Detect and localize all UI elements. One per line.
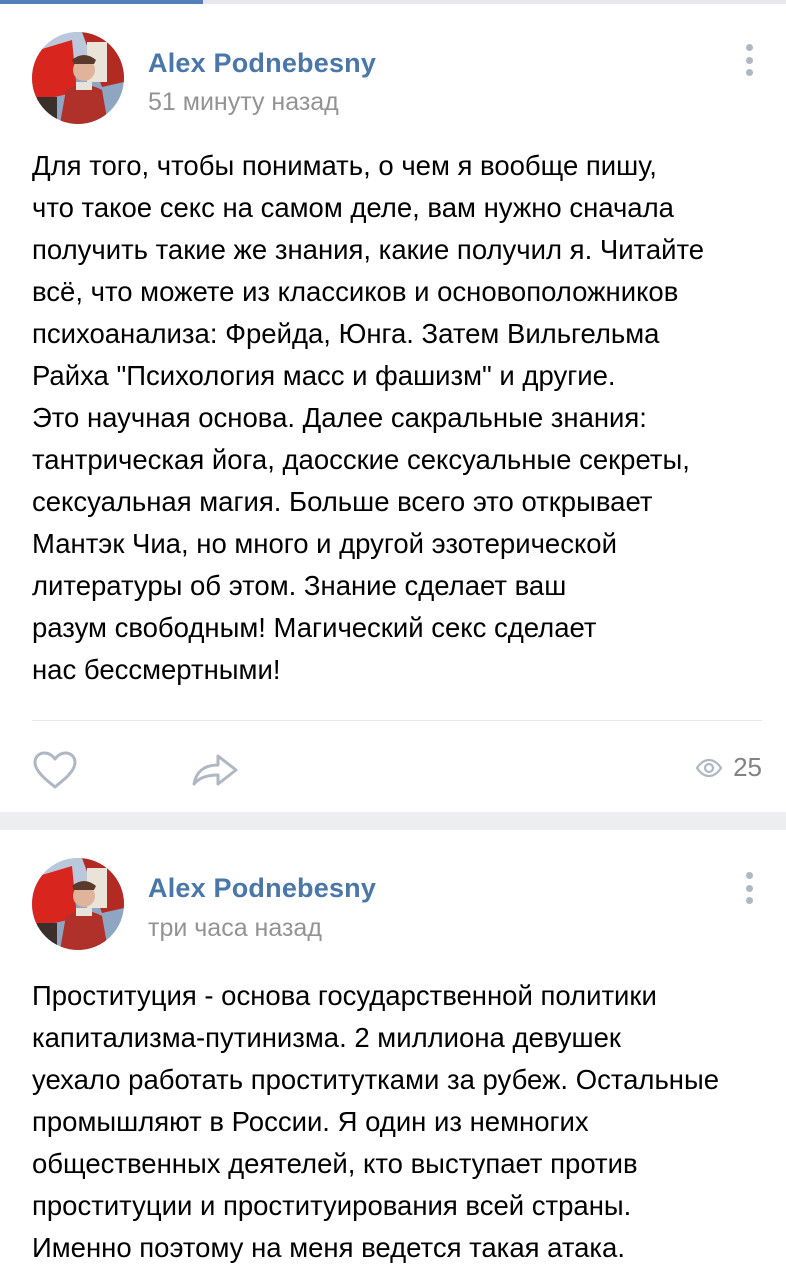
share-arrow-icon: [192, 754, 238, 786]
avatar[interactable]: [32, 32, 124, 124]
views-counter: 25: [695, 752, 762, 783]
post-card: Alex Podnebesny 51 минуту назад Для того…: [0, 4, 786, 812]
eye-icon: [695, 758, 723, 777]
views-count: 25: [733, 752, 762, 782]
share-button[interactable]: [190, 750, 240, 790]
avatar[interactable]: [32, 858, 124, 950]
post-text: Для того, чтобы понимать, о чем я вообще…: [32, 150, 705, 685]
author-name[interactable]: Alex Podnebesny: [148, 48, 376, 79]
feed-separator: [0, 812, 786, 830]
divider: [32, 720, 762, 721]
post-text: Проституция - основа государственной пол…: [32, 980, 720, 1263]
like-button[interactable]: [32, 750, 78, 790]
more-vertical-icon[interactable]: [742, 44, 756, 76]
post-time[interactable]: три часа назад: [148, 914, 322, 943]
heart-icon: [33, 751, 77, 789]
post-card: Alex Podnebesny три часа назад Проституц…: [0, 830, 786, 1280]
author-name[interactable]: Alex Podnebesny: [148, 873, 376, 904]
more-vertical-icon[interactable]: [742, 872, 756, 904]
post-time[interactable]: 51 минуту назад: [148, 88, 339, 117]
